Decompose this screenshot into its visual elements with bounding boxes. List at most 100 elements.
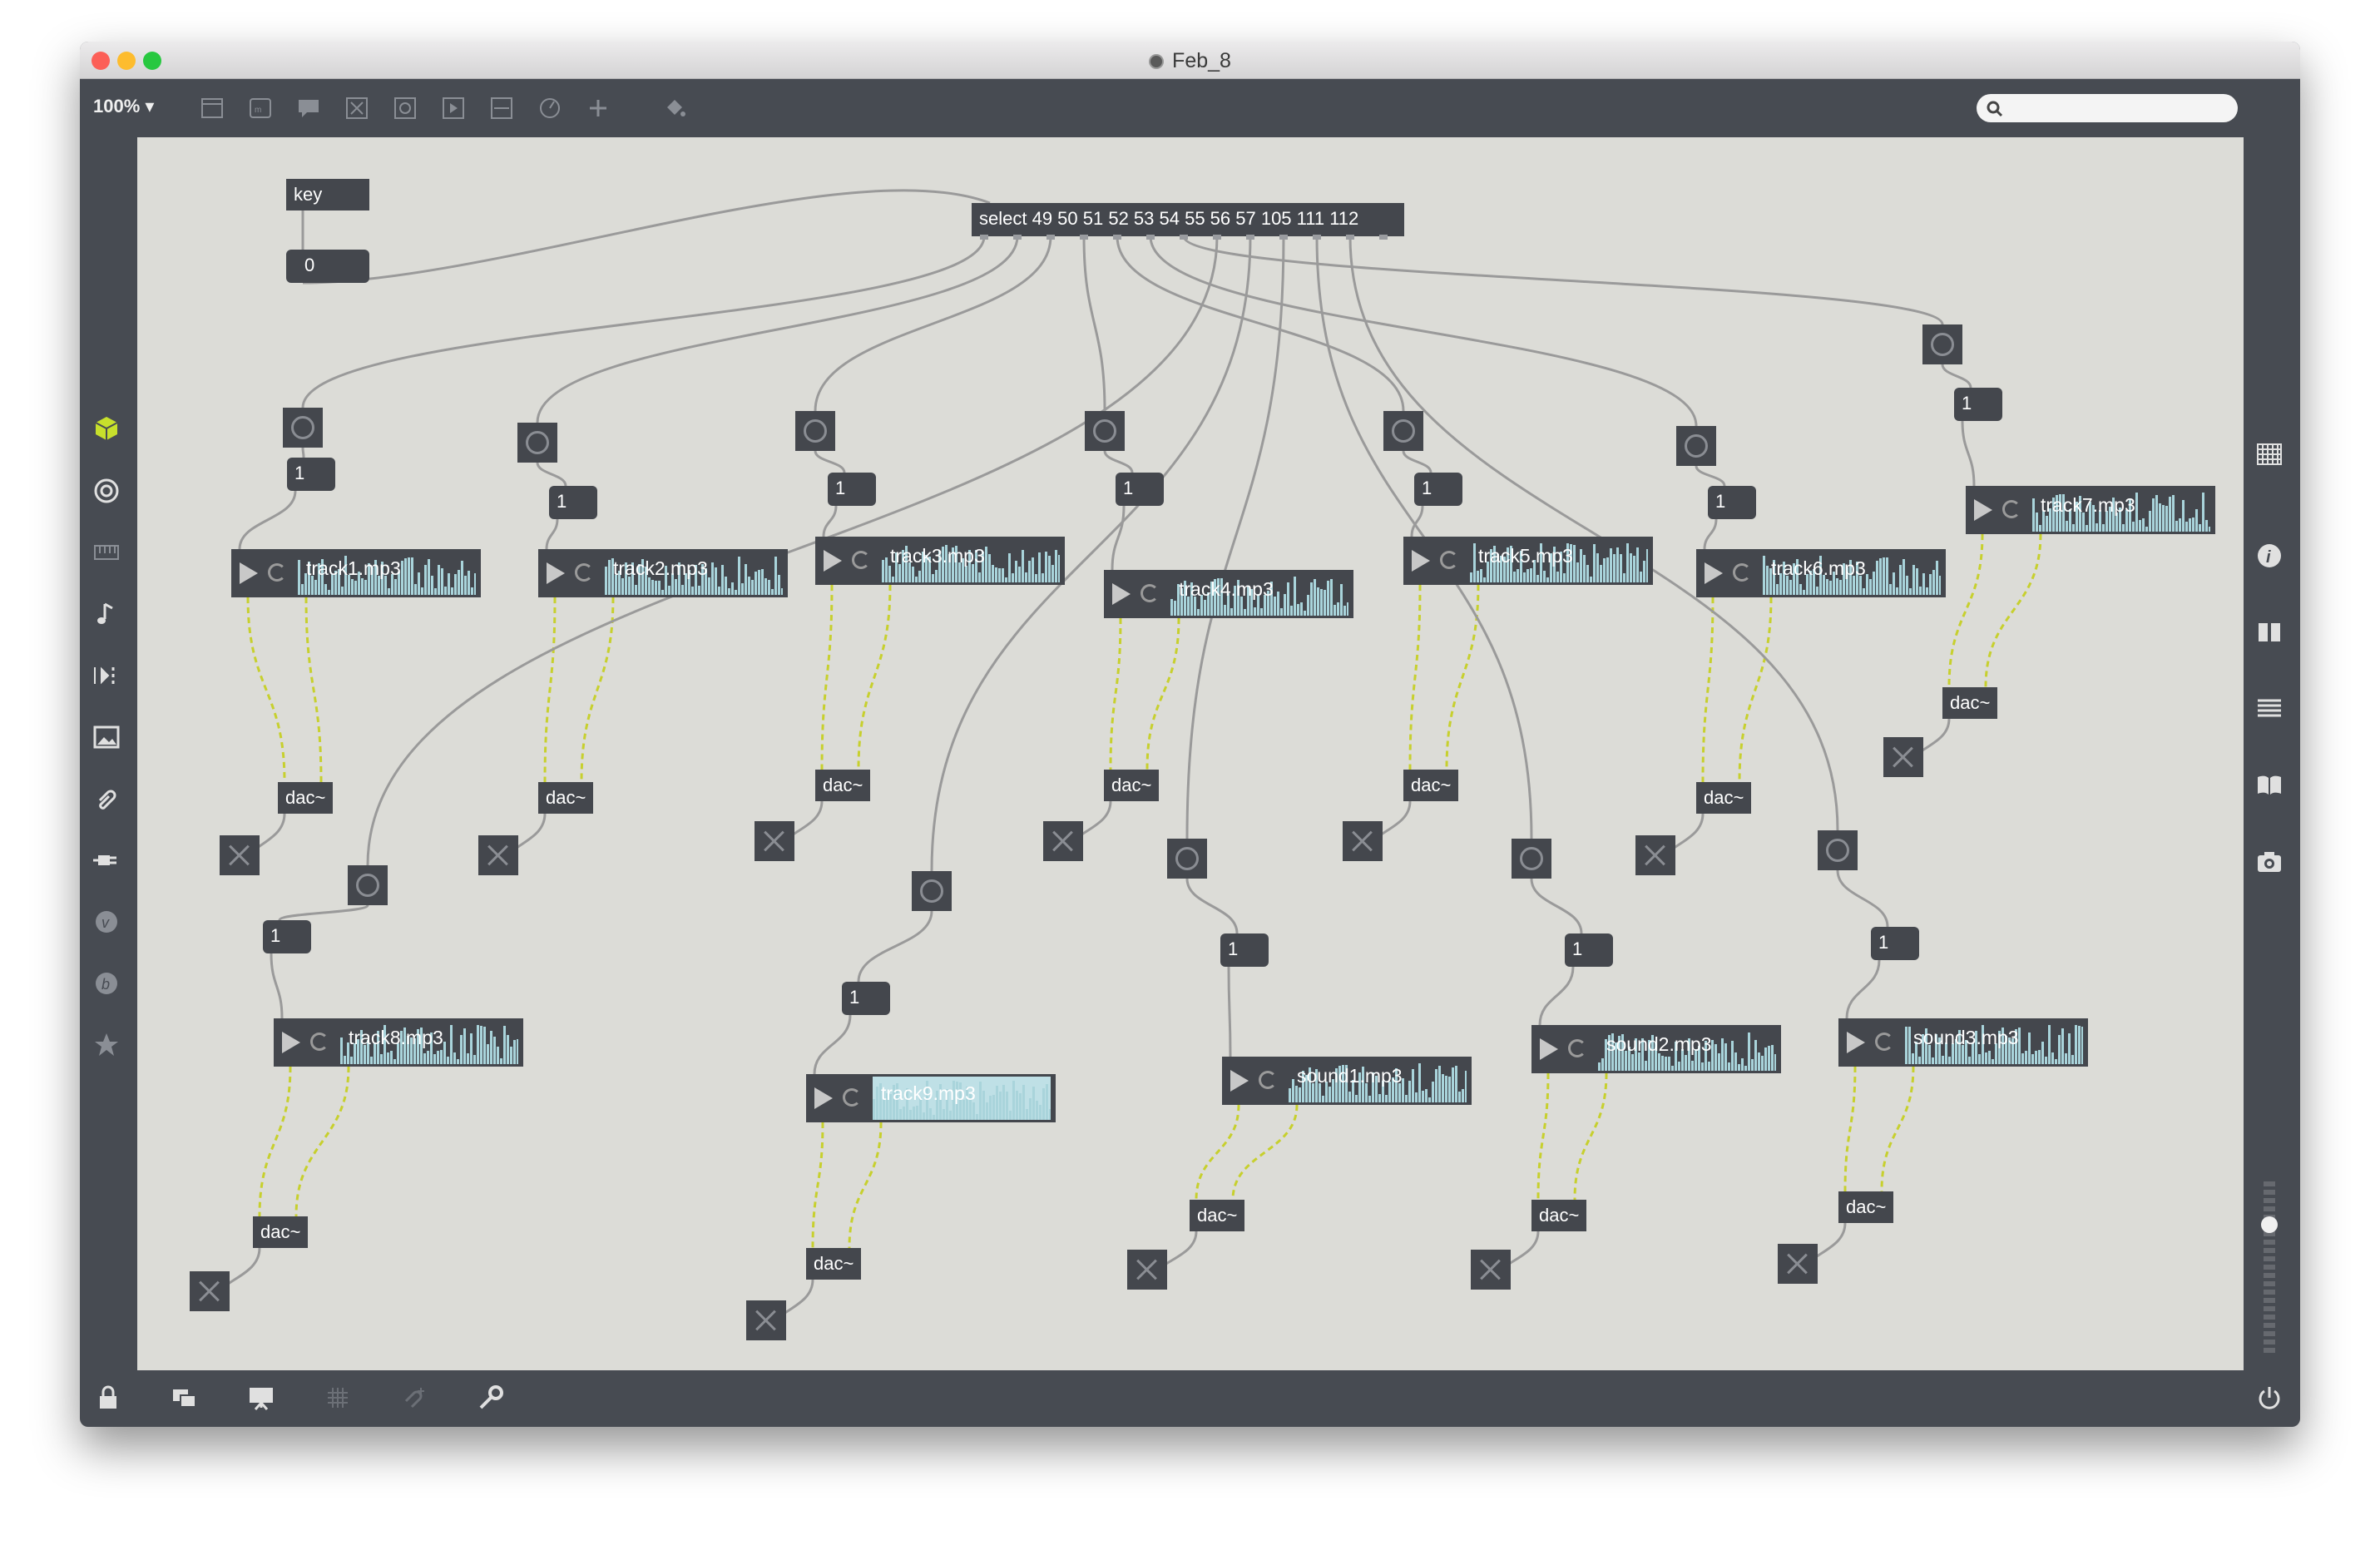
- playlist-player-sound1[interactable]: sound1.mp3: [1222, 1057, 1472, 1105]
- loop-icon[interactable]: [268, 563, 286, 582]
- bang-button-track5[interactable]: [1383, 411, 1423, 451]
- loop-icon[interactable]: [2002, 500, 2021, 518]
- playlist-player-track6[interactable]: track6.mp3: [1696, 549, 1946, 597]
- signal-cord-right-sound3: [1880, 1066, 1915, 1192]
- dac-object-track2[interactable]: dac~: [538, 782, 593, 814]
- bang-button-track3[interactable]: [795, 411, 835, 451]
- toggle-track3[interactable]: [755, 821, 794, 861]
- playlist-player-track2[interactable]: track2.mp3: [538, 549, 788, 597]
- message-box-track9[interactable]: 1: [842, 982, 890, 1015]
- loop-icon[interactable]: [1141, 584, 1159, 602]
- play-icon[interactable]: [282, 1032, 300, 1053]
- select-object[interactable]: select 49 50 51 52 53 54 55 56 57 105 11…: [972, 203, 1404, 236]
- play-icon[interactable]: [1412, 550, 1430, 572]
- playlist-player-sound3[interactable]: sound3.mp3: [1838, 1018, 2088, 1067]
- toggle-track6[interactable]: [1635, 835, 1675, 875]
- loop-icon[interactable]: [1259, 1071, 1277, 1089]
- message-box-track8[interactable]: 1: [263, 920, 311, 953]
- playlist-player-track9[interactable]: track9.mp3: [806, 1074, 1056, 1122]
- message-box-track4[interactable]: 1: [1116, 473, 1164, 506]
- cord-msg-to-player-track3: [822, 505, 838, 537]
- message-box-track7[interactable]: 1: [1954, 388, 2002, 421]
- dac-object-track8[interactable]: dac~: [253, 1216, 308, 1248]
- toggle-track5[interactable]: [1343, 821, 1383, 861]
- playlist-player-sound2[interactable]: sound2.mp3: [1531, 1025, 1781, 1073]
- bang-button-track6[interactable]: [1676, 426, 1716, 466]
- message-box-sound3[interactable]: 1: [1871, 927, 1919, 960]
- toggle-track2[interactable]: [478, 835, 518, 875]
- toggle-sound1[interactable]: [1127, 1250, 1167, 1290]
- playlist-player-track3[interactable]: track3.mp3: [815, 537, 1065, 585]
- loop-icon[interactable]: [1440, 551, 1458, 569]
- playlist-player-track7[interactable]: track7.mp3: [1966, 486, 2215, 534]
- bang-button-track4[interactable]: [1085, 411, 1125, 451]
- bang-button-track9[interactable]: [912, 871, 952, 911]
- toggle-sound2[interactable]: [1471, 1250, 1511, 1290]
- key-number-box[interactable]: 0: [286, 250, 369, 283]
- cord-bang-to-msg-track5: [1402, 450, 1432, 473]
- signal-cord-left-track6: [1701, 597, 1714, 783]
- play-icon[interactable]: [1230, 1070, 1249, 1092]
- dac-object-track7[interactable]: dac~: [1942, 687, 1997, 719]
- message-box-track1[interactable]: 1: [287, 458, 335, 491]
- toggle-sound3[interactable]: [1778, 1244, 1818, 1284]
- select-outlet: [1279, 235, 1288, 240]
- bang-button-track8[interactable]: [348, 865, 388, 905]
- playlist-player-track5[interactable]: track5.mp3: [1403, 537, 1653, 585]
- message-box-track5[interactable]: 1: [1414, 473, 1462, 506]
- cord-bang-to-msg-track1: [301, 447, 305, 458]
- message-box-track2[interactable]: 1: [549, 486, 597, 519]
- bang-button-sound3[interactable]: [1818, 830, 1858, 870]
- message-box-track6[interactable]: 1: [1708, 486, 1756, 519]
- toggle-track8[interactable]: [190, 1271, 230, 1311]
- bang-button-sound2[interactable]: [1512, 839, 1551, 879]
- cord-select-to-track2: [536, 235, 1019, 423]
- file-name-label: track5.mp3: [1478, 545, 1573, 567]
- play-icon[interactable]: [1847, 1032, 1865, 1053]
- play-icon[interactable]: [1974, 499, 1992, 521]
- bang-button-track7[interactable]: [1922, 324, 1962, 364]
- play-icon[interactable]: [824, 550, 842, 572]
- dac-object-track3[interactable]: dac~: [815, 770, 870, 801]
- playlist-player-track4[interactable]: track4.mp3: [1104, 570, 1353, 618]
- loop-icon[interactable]: [1568, 1039, 1586, 1057]
- cord-bang-to-msg-track8: [278, 904, 369, 922]
- loop-icon[interactable]: [310, 1033, 329, 1051]
- dac-object-sound3[interactable]: dac~: [1838, 1191, 1893, 1223]
- message-box-sound2[interactable]: 1: [1565, 933, 1613, 967]
- toggle-track4[interactable]: [1043, 821, 1083, 861]
- bang-button-track2[interactable]: [517, 423, 557, 463]
- dac-object-sound1[interactable]: dac~: [1190, 1200, 1244, 1231]
- bang-button-track1[interactable]: [283, 408, 323, 448]
- loop-icon[interactable]: [843, 1088, 861, 1107]
- loop-icon[interactable]: [575, 563, 593, 582]
- toggle-track7[interactable]: [1883, 737, 1923, 777]
- cord-msg-to-player-track1: [238, 490, 297, 550]
- play-icon[interactable]: [547, 562, 565, 584]
- key-object[interactable]: key: [286, 179, 369, 210]
- dac-object-track9[interactable]: dac~: [806, 1248, 861, 1280]
- dac-object-sound2[interactable]: dac~: [1531, 1200, 1586, 1231]
- play-icon[interactable]: [240, 562, 258, 584]
- dac-object-track1[interactable]: dac~: [278, 782, 333, 814]
- signal-cord-left-track7: [1947, 533, 1984, 688]
- play-icon[interactable]: [814, 1087, 833, 1109]
- toggle-track9[interactable]: [746, 1300, 786, 1340]
- toggle-track1[interactable]: [220, 835, 260, 875]
- loop-icon[interactable]: [852, 551, 870, 569]
- dac-object-track4[interactable]: dac~: [1104, 770, 1159, 801]
- signal-cord-left-track1: [246, 597, 286, 783]
- dac-object-track5[interactable]: dac~: [1403, 770, 1458, 801]
- playlist-player-track1[interactable]: track1.mp3: [231, 549, 481, 597]
- dac-object-track6[interactable]: dac~: [1696, 782, 1751, 814]
- loop-icon[interactable]: [1875, 1033, 1893, 1051]
- loop-icon[interactable]: [1733, 563, 1751, 582]
- play-icon[interactable]: [1112, 583, 1131, 605]
- bang-button-sound1[interactable]: [1167, 839, 1207, 879]
- message-box-sound1[interactable]: 1: [1220, 933, 1269, 967]
- select-outlet: [1213, 235, 1221, 240]
- message-box-track3[interactable]: 1: [828, 473, 876, 506]
- play-icon[interactable]: [1540, 1038, 1558, 1060]
- play-icon[interactable]: [1705, 562, 1723, 584]
- playlist-player-track8[interactable]: track8.mp3: [274, 1018, 523, 1067]
